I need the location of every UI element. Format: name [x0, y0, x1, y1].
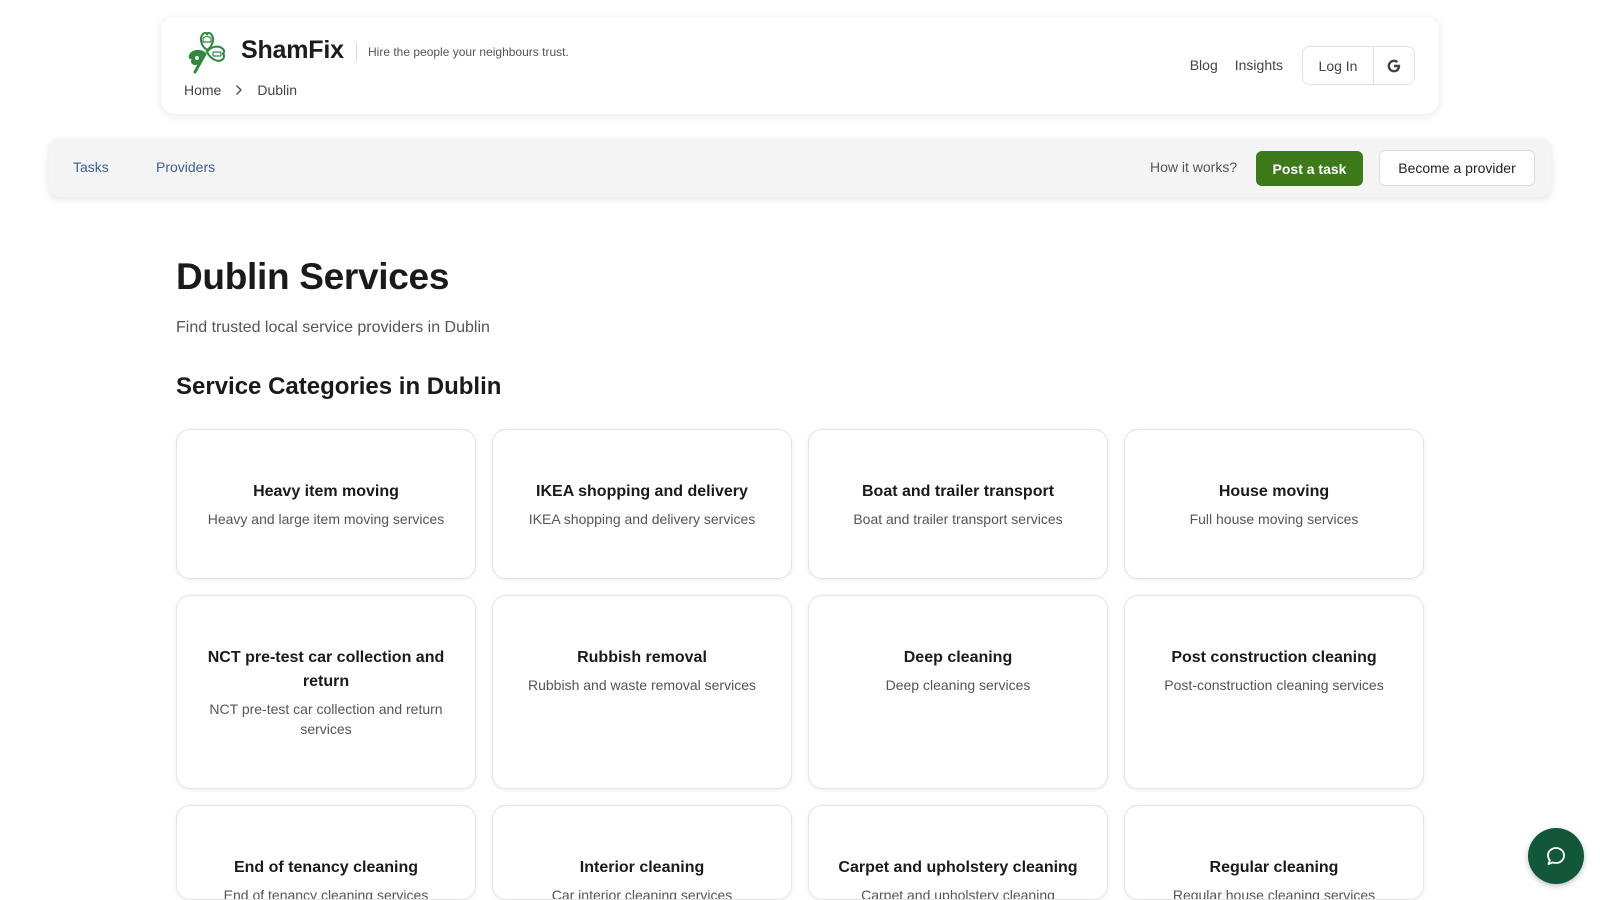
google-icon: [1387, 59, 1401, 72]
category-desc: Boat and trailer transport services: [853, 511, 1063, 527]
category-card[interactable]: Post construction cleaning Post-construc…: [1124, 595, 1424, 789]
chat-button[interactable]: [1528, 828, 1584, 884]
become-provider-button[interactable]: Become a provider: [1379, 150, 1535, 186]
main-navbar: Tasks Providers How it works? Post a tas…: [49, 139, 1551, 197]
category-desc: Heavy and large item moving services: [207, 511, 445, 527]
auth-group: Log In: [1302, 46, 1415, 85]
category-card[interactable]: IKEA shopping and delivery IKEA shopping…: [492, 429, 792, 579]
category-title: Heavy item moving: [253, 483, 399, 500]
section-title: Service Categories in Dublin: [176, 373, 502, 400]
page: ShamFix Hire the people your neighbours …: [0, 0, 1600, 900]
category-desc: IKEA shopping and delivery services: [528, 511, 756, 527]
breadcrumb-home[interactable]: Home: [184, 82, 221, 98]
category-title: House moving: [1218, 483, 1330, 500]
category-desc: Post-construction cleaning services: [1164, 677, 1384, 693]
category-title: IKEA shopping and delivery: [536, 483, 748, 500]
category-title: Deep cleaning: [903, 649, 1013, 666]
category-desc: Car interior cleaning services: [551, 887, 733, 900]
category-title: Post construction cleaning: [1171, 649, 1377, 666]
category-card[interactable]: Boat and trailer transport Boat and trai…: [808, 429, 1108, 579]
google-login-button[interactable]: [1373, 47, 1414, 84]
category-desc: Regular house cleaning services: [1172, 887, 1376, 900]
category-title: End of tenancy cleaning: [233, 859, 419, 876]
category-desc: Full house moving services: [1189, 511, 1359, 527]
page-title: Dublin Services: [176, 256, 450, 297]
breadcrumb-current: Dublin: [257, 82, 298, 98]
nav-tasks-link[interactable]: Tasks: [73, 159, 109, 175]
login-button[interactable]: Log In: [1303, 47, 1373, 84]
category-card[interactable]: Regular cleaning Regular house cleaning …: [1124, 805, 1424, 900]
category-card[interactable]: House moving Full house moving services: [1124, 429, 1424, 579]
category-desc: Rubbish and waste removal services: [528, 677, 756, 693]
category-title: Rubbish removal: [577, 649, 707, 666]
nav-blog-link[interactable]: Blog: [1190, 57, 1218, 73]
category-card[interactable]: Heavy item moving Heavy and large item m…: [176, 429, 476, 579]
breadcrumb: Home Dublin: [184, 82, 297, 98]
chat-bubble-icon: [1547, 847, 1565, 865]
header-nav: Blog Insights: [1190, 57, 1283, 73]
post-task-button[interactable]: Post a task: [1256, 151, 1363, 186]
category-card[interactable]: End of tenancy cleaning End of tenancy c…: [176, 805, 476, 900]
nav-providers-link[interactable]: Providers: [156, 159, 215, 175]
brand-name[interactable]: ShamFix: [241, 36, 344, 65]
category-desc: End of tenancy cleaning services: [223, 887, 429, 900]
brand-tagline: Hire the people your neighbours trust.: [368, 45, 569, 59]
category-desc: Carpet and upholstery cleaning: [861, 887, 1055, 900]
category-title: NCT pre-test car collection and return: [207, 649, 445, 690]
how-it-works-link[interactable]: How it works?: [1150, 159, 1237, 175]
category-card[interactable]: Carpet and upholstery cleaning Carpet an…: [808, 805, 1108, 900]
category-title: Boat and trailer transport: [861, 483, 1055, 500]
category-desc: NCT pre-test car collection and return s…: [209, 701, 443, 737]
category-title: Regular cleaning: [1209, 859, 1339, 876]
header-divider: [356, 42, 357, 62]
category-title: Carpet and upholstery cleaning: [838, 859, 1078, 876]
site-header: ShamFix Hire the people your neighbours …: [161, 17, 1439, 114]
shamrock-logo-icon[interactable]: [183, 28, 231, 74]
category-card[interactable]: NCT pre-test car collection and return N…: [176, 595, 476, 789]
category-card[interactable]: Interior cleaning Car interior cleaning …: [492, 805, 792, 900]
category-card[interactable]: Deep cleaning Deep cleaning services: [808, 595, 1108, 789]
chevron-right-icon: [236, 85, 243, 95]
category-card[interactable]: Rubbish removal Rubbish and waste remova…: [492, 595, 792, 789]
category-title: Interior cleaning: [579, 859, 705, 876]
nav-insights-link[interactable]: Insights: [1235, 57, 1283, 73]
page-subtitle: Find trusted local service providers in …: [176, 319, 490, 336]
category-desc: Deep cleaning services: [885, 677, 1031, 693]
